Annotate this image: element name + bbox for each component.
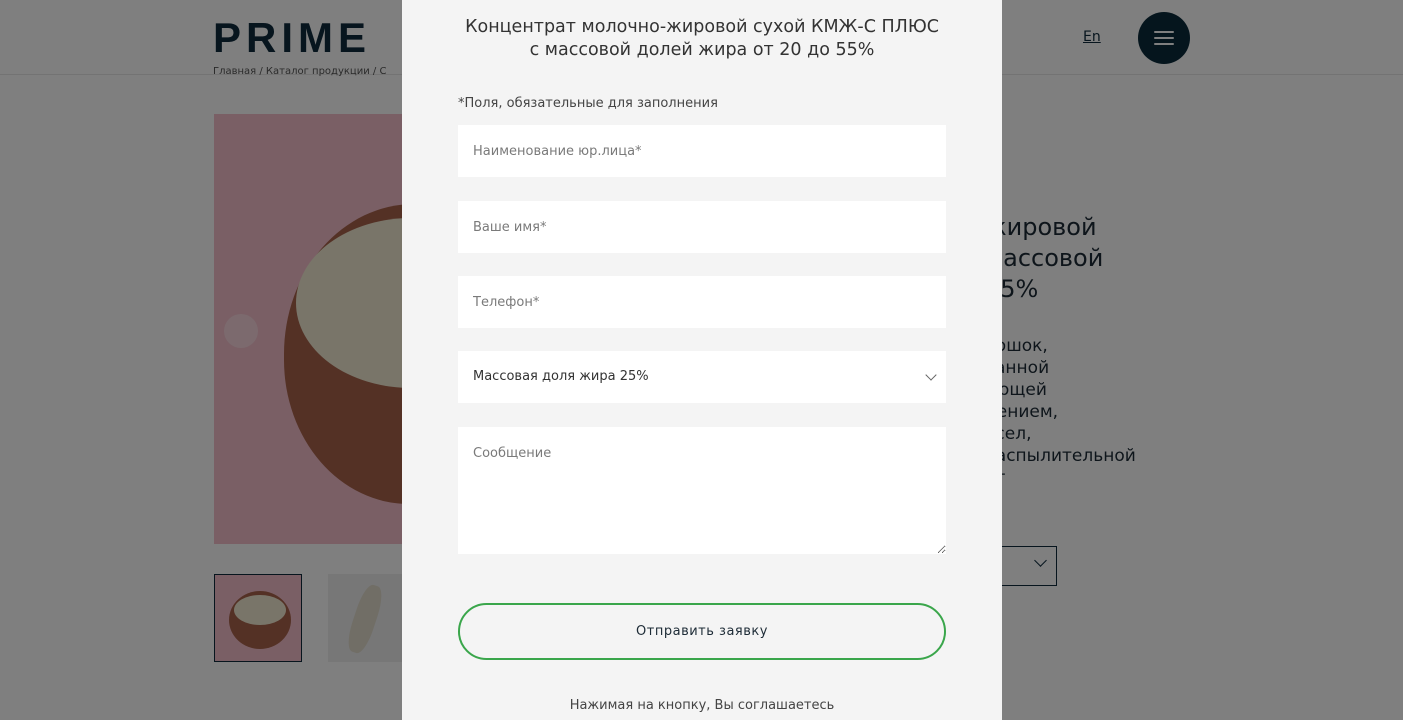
modal-title: Концентрат молочно-жировой сухой КМЖ-С П… [442,16,962,62]
modal-title-line: с массовой долей жира от 20 до 55% [529,40,875,60]
fat-share-select[interactable]: Массовая доля жира 25% [458,351,946,403]
request-modal: Концентрат молочно-жировой сухой КМЖ-С П… [402,0,1002,720]
required-fields-note: *Поля, обязательные для заполнения [458,96,718,111]
fat-share-select-value: Массовая доля жира 25% [473,369,649,384]
message-textarea[interactable] [458,427,946,554]
phone-input[interactable] [458,276,946,328]
agreement-text: Нажимая на кнопку, Вы соглашаетесь [569,698,835,713]
modal-title-line: Концентрат молочно-жировой сухой КМЖ-С П… [465,17,939,37]
name-input[interactable] [458,201,946,253]
chevron-down-icon [925,369,937,381]
company-name-input[interactable] [458,125,946,177]
submit-request-button[interactable]: Отправить заявку [458,603,946,660]
